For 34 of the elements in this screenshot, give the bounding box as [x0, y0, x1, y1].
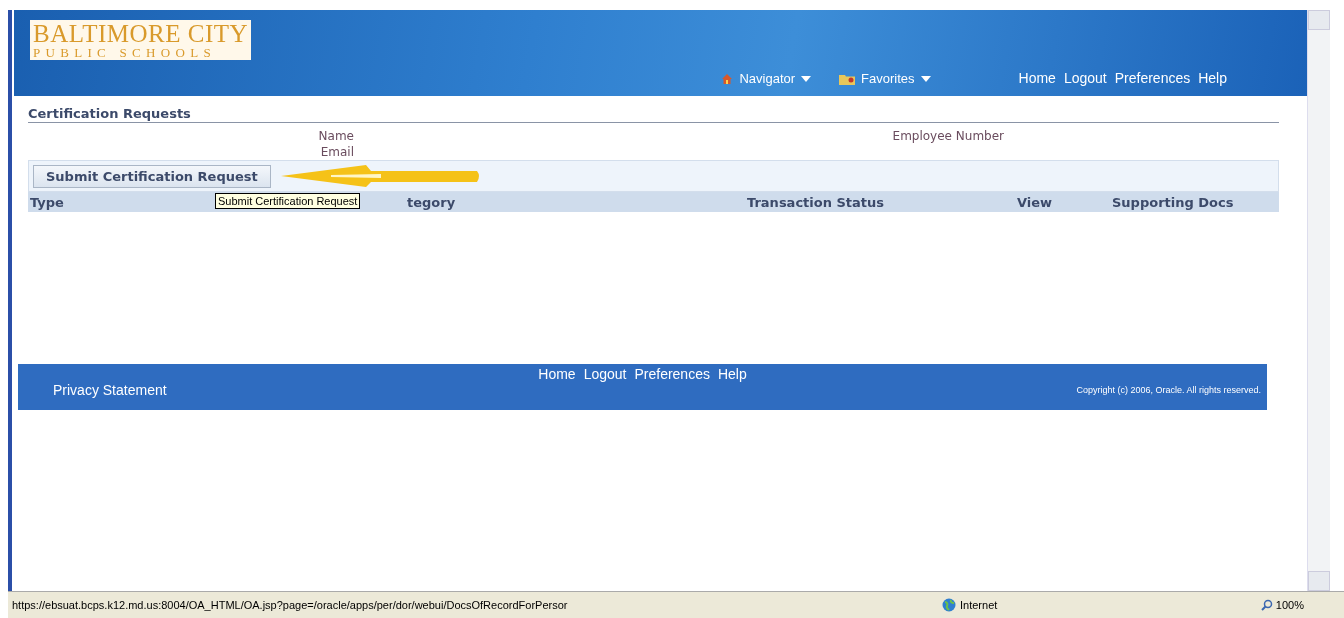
header-link[interactable]: Preferences	[1114, 70, 1191, 86]
header-link[interactable]: Logout	[1063, 70, 1107, 86]
security-zone: Internet	[942, 598, 1142, 612]
column-header: Type	[29, 194, 64, 210]
column-header: Transaction Status	[746, 194, 885, 210]
zoom-control[interactable]: 100%	[1260, 599, 1304, 611]
header-link[interactable]: Home	[1018, 70, 1056, 86]
footer-link[interactable]: Logout	[583, 366, 627, 382]
section-title: Certification Requests	[28, 106, 1279, 123]
folder-icon	[839, 72, 856, 85]
copyright-text: Copyright (c) 2006, Oracle. All rights reserved.	[1076, 385, 1261, 395]
footer-link[interactable]: Help	[717, 366, 747, 382]
house-icon	[721, 72, 734, 85]
menu-dropdown[interactable]: Navigator	[721, 71, 812, 86]
tooltip: Submit Certification Request	[215, 193, 361, 209]
district-logo: BALTIMORE CITY PUBLIC SCHOOLS	[30, 20, 252, 60]
caret-icon	[920, 75, 931, 82]
privacy-link[interactable]: Privacy Statement	[53, 382, 167, 398]
globe-icon	[942, 598, 956, 612]
column-header: View	[1016, 194, 1053, 210]
header-link[interactable]: Help	[1198, 70, 1227, 86]
magnifier-icon	[1260, 599, 1273, 611]
scrollbar[interactable]	[1307, 10, 1330, 591]
column-header: tegory	[406, 194, 456, 210]
menu-dropdown[interactable]: Favorites	[839, 71, 931, 86]
caret-icon	[801, 75, 812, 82]
field-label: Email	[319, 144, 354, 160]
field-label: Employee Number	[891, 128, 1004, 144]
footer-link[interactable]: Home	[538, 366, 576, 382]
footer-link[interactable]: Preferences	[634, 366, 710, 382]
field-label: Name	[317, 128, 354, 144]
submit-request-button[interactable]: Submit Certification Request	[33, 164, 271, 188]
status-url: https://ebsuat.bcps.k12.md.us:8004/OA_HTML/OA.jsp?page=/oracle/apps/per/dor/webui/DocsOfRecordForPersor	[11, 599, 569, 611]
column-header: Supporting Docs	[1111, 194, 1234, 210]
